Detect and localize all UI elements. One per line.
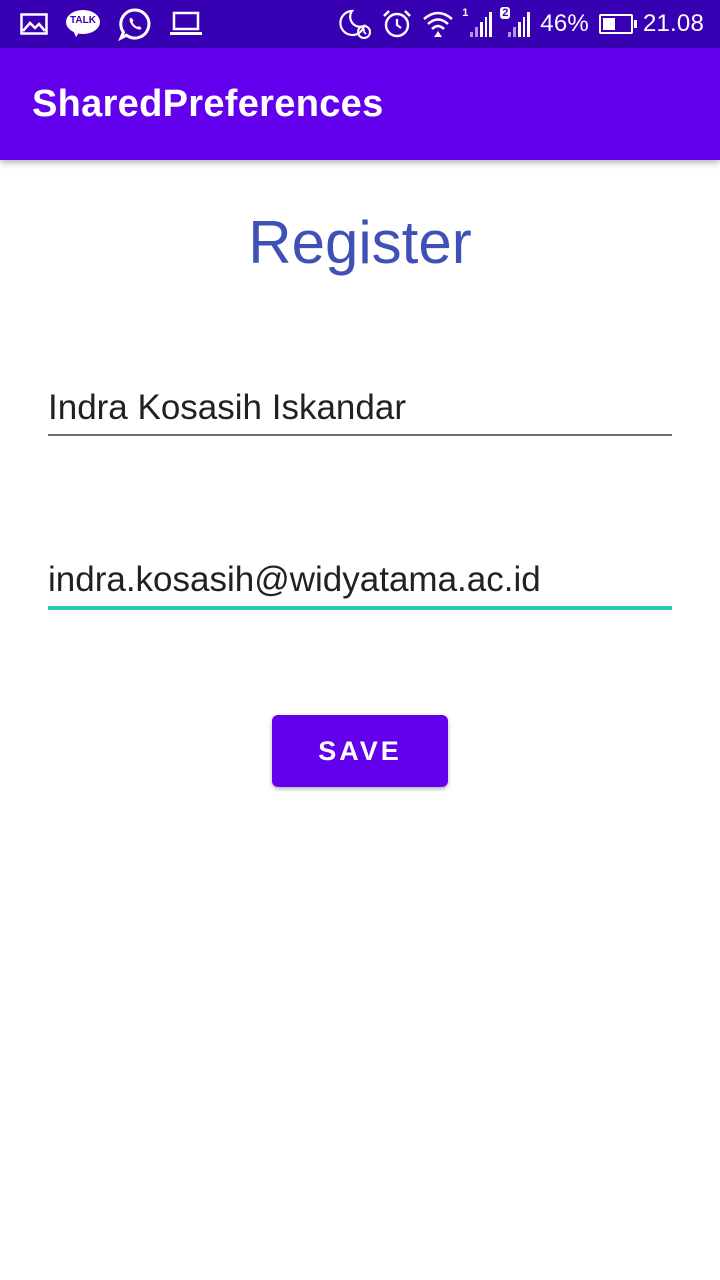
name-field-underline <box>48 434 672 436</box>
email-field[interactable] <box>48 556 672 610</box>
name-field[interactable] <box>48 384 672 436</box>
email-input[interactable] <box>48 556 672 604</box>
talk-icon: TALK <box>66 10 100 38</box>
app-title: SharedPreferences <box>32 83 384 125</box>
battery-percent: 46% <box>540 10 589 37</box>
sim2-label: 2 <box>500 7 511 19</box>
signal-sim1-icon: 1 <box>462 7 493 37</box>
battery-icon <box>598 14 637 34</box>
sim1-label: 1 <box>462 7 469 19</box>
whatsapp-icon <box>118 7 152 41</box>
laptop-icon <box>170 11 202 37</box>
app-bar: SharedPreferences <box>0 48 720 160</box>
name-input[interactable] <box>48 384 672 432</box>
notification-icons: TALK <box>20 7 202 41</box>
wifi-icon <box>422 9 454 39</box>
battery-level-fill <box>602 18 615 30</box>
talk-icon-label: TALK <box>70 15 96 26</box>
save-button[interactable]: SAVE <box>272 715 448 787</box>
email-field-underline <box>48 606 672 610</box>
moon-alarm-icon <box>338 8 372 40</box>
alarm-clock-icon <box>382 9 412 39</box>
page-title: Register <box>248 209 472 276</box>
system-icons: 1 2 46% 21.08 <box>338 7 704 41</box>
status-clock: 21.08 <box>642 10 704 37</box>
status-bar: TALK 1 2 46% 21.08 <box>0 0 720 48</box>
signal-sim2-icon: 2 <box>500 7 531 37</box>
gallery-icon <box>20 13 48 35</box>
